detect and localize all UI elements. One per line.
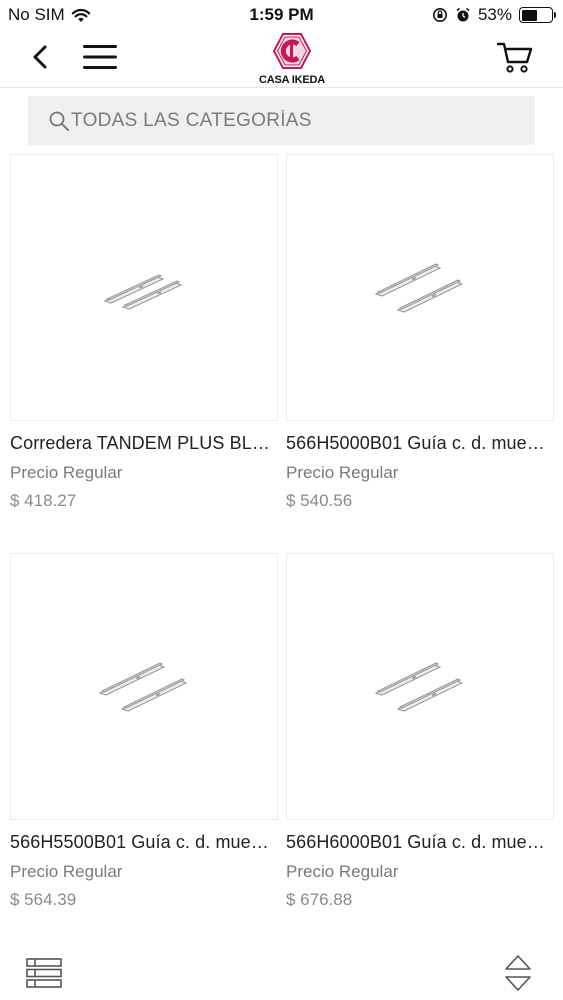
search-bar[interactable] xyxy=(28,96,535,145)
drawer-slide-image xyxy=(374,661,464,712)
product-card[interactable]: Corredera TANDEM PLUS BLUMOTION Precio R… xyxy=(10,154,278,511)
price-label: Precio Regular xyxy=(286,463,399,482)
battery-level xyxy=(521,9,537,21)
price-label: Precio Regular xyxy=(10,463,123,482)
list-view-icon[interactable] xyxy=(26,957,62,989)
product-image[interactable] xyxy=(10,553,278,820)
menu-icon[interactable] xyxy=(83,44,117,70)
product-name[interactable]: 566H6000B01 Guía c. d. muebles xyxy=(286,832,554,853)
search-input[interactable] xyxy=(71,109,511,132)
battery-icon xyxy=(519,7,556,23)
battery-percent: 53% xyxy=(477,5,512,24)
drawer-slide-image xyxy=(98,661,188,712)
product-name[interactable]: Corredera TANDEM PLUS BLUMOTION xyxy=(10,433,278,454)
brand-logo[interactable]: CASA IKEDA xyxy=(252,32,332,86)
drawer-slide-image xyxy=(374,262,464,313)
product-card[interactable]: 566H5500B01 Guía c. d. muebles Precio Re… xyxy=(10,553,278,910)
product-price: $ 676.88 xyxy=(286,890,353,909)
top-navigation: CASA IKEDA xyxy=(0,30,563,88)
product-image[interactable] xyxy=(286,154,554,421)
logo-text: CASA IKEDA xyxy=(258,74,326,86)
product-name[interactable]: 566H5000B01 Guía c. d. muebles xyxy=(286,433,554,454)
product-card[interactable]: 566H5000B01 Guía c. d. muebles Precio Re… xyxy=(286,154,554,511)
price-label: Precio Regular xyxy=(286,862,399,881)
product-price: $ 540.56 xyxy=(286,491,353,510)
product-image[interactable] xyxy=(286,553,554,820)
status-right: 53% xyxy=(432,5,556,25)
search-icon xyxy=(49,111,69,131)
back-icon[interactable] xyxy=(26,42,56,72)
cart-icon[interactable] xyxy=(497,40,533,74)
product-image[interactable] xyxy=(10,154,278,421)
product-price: $ 564.39 xyxy=(10,890,77,909)
logo-emblem xyxy=(272,33,312,69)
product-name[interactable]: 566H5500B01 Guía c. d. muebles xyxy=(10,832,278,853)
status-bar: No SIM 1:59 PM 53% xyxy=(0,0,563,30)
price-label: Precio Regular xyxy=(10,862,123,881)
sort-icon[interactable] xyxy=(503,953,533,993)
drawer-slide-image xyxy=(103,273,183,310)
product-card[interactable]: 566H6000B01 Guía c. d. muebles Precio Re… xyxy=(286,553,554,910)
alarm-icon xyxy=(456,7,470,22)
orientation-lock-icon xyxy=(432,8,447,22)
product-price: $ 418.27 xyxy=(10,491,77,510)
